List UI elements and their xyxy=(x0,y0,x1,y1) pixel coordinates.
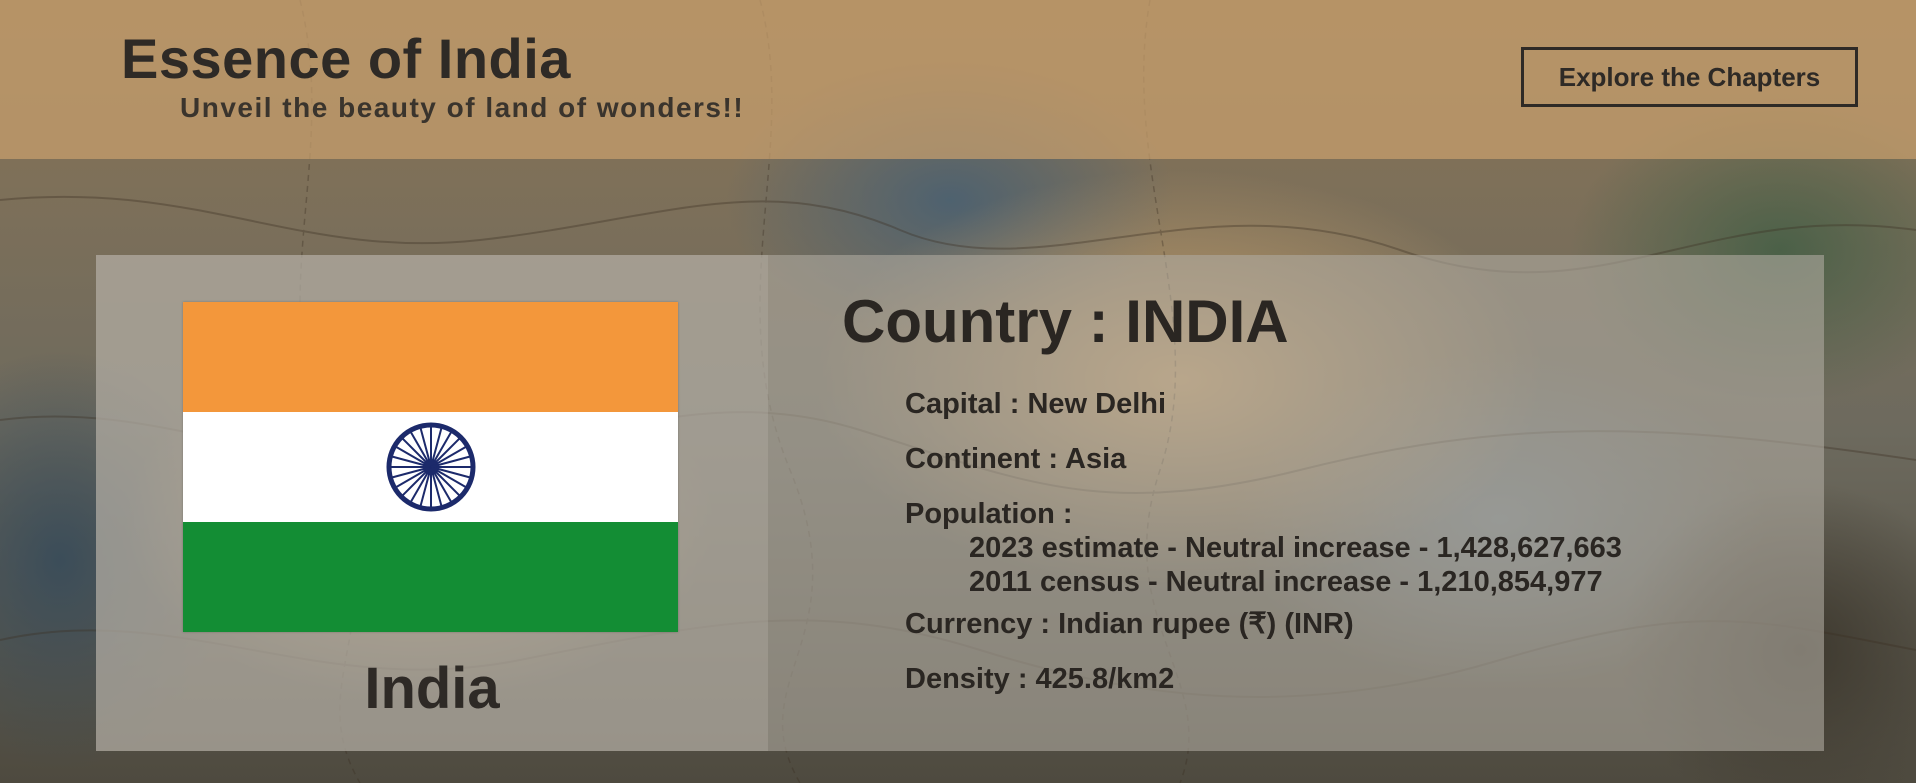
continent-fact: Continent : Asia xyxy=(905,443,1127,475)
density-fact: Density : 425.8/km2 xyxy=(905,663,1175,695)
country-heading: Country : INDIA xyxy=(842,288,1289,355)
capital-fact: Capital : New Delhi xyxy=(905,388,1167,420)
header-bar: Essence of India Unveil the beauty of la… xyxy=(0,0,1916,159)
facts-list: Capital : New Delhi Continent : Asia Pop… xyxy=(905,387,1622,717)
currency-fact: Currency : Indian rupee (₹) (INR) xyxy=(905,608,1354,640)
population-2011: 2011 census - Neutral increase - 1,210,8… xyxy=(969,566,1603,598)
population-2023: 2023 estimate - Neutral increase - 1,428… xyxy=(969,532,1622,564)
details-content: Country : INDIA Capital : New Delhi Cont… xyxy=(96,255,1824,751)
population-label: Population : xyxy=(905,498,1073,530)
population-fact: Population : 2023 estimate - Neutral inc… xyxy=(905,497,1622,607)
site-tagline: Unveil the beauty of land of wonders!! xyxy=(180,92,745,123)
site-title: Essence of India xyxy=(121,27,571,90)
explore-chapters-button[interactable]: Explore the Chapters xyxy=(1521,47,1858,107)
